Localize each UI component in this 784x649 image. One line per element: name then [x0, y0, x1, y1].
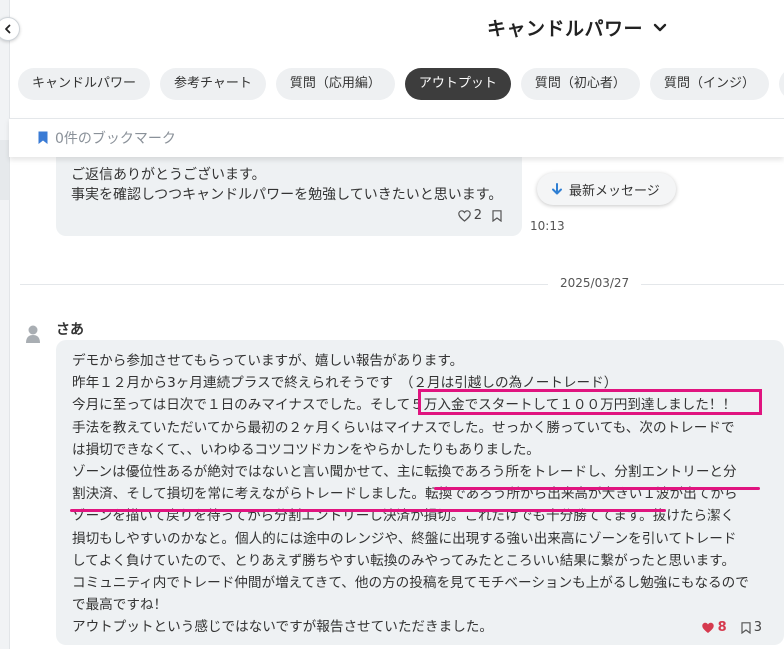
bookmark-outline-icon: [741, 621, 751, 634]
left-rail-indicator: [0, 140, 9, 200]
message-timestamp: 10:13: [530, 219, 565, 233]
message-reactions: 8 3: [701, 620, 762, 635]
channel-title: キャンドルパワー: [487, 18, 644, 40]
tab-output[interactable]: アウトプット: [404, 68, 511, 100]
bookmark-count-label: 0件のブックマーク: [55, 131, 176, 147]
left-rail: [0, 0, 10, 649]
bookmark-outline-icon[interactable]: [492, 209, 502, 222]
like-button[interactable]: 8: [701, 620, 727, 635]
chevron-left-icon: [5, 24, 11, 34]
underline-annotation: [70, 509, 666, 512]
heart-filled-icon: [701, 622, 714, 633]
message-author[interactable]: さあ: [56, 319, 84, 339]
date-divider-line: [20, 284, 784, 285]
like-count: 2: [473, 208, 482, 223]
avatar[interactable]: [25, 324, 41, 344]
tab-contact[interactable]: 連絡: [778, 68, 784, 100]
previous-message-bubble: ご返信ありがとうございます。 事実を確認しつつキャンドルパワーを勉強していきたい…: [56, 148, 522, 236]
message-line: してよく負けていたので、とりあえず勝ちやすい転換のみやってみたところいい結果に繋…: [72, 552, 736, 569]
message-line: ご返信ありがとうございます。: [71, 167, 266, 183]
bookmark-icon: [38, 131, 48, 144]
tab-questions-advanced[interactable]: 質問（応用編）: [275, 68, 395, 100]
bookmark-button[interactable]: 3: [741, 620, 762, 635]
underline-annotation: [434, 487, 760, 490]
message-line: 手法を教えていただいてから最初の２ヶ月くらいはマイナスでした。せっかく勝っていて…: [72, 419, 735, 436]
channel-tabs: キャンドルパワー 参考チャート 質問（応用編） アウトプット 質問（初心者） 質問（インジ…: [18, 68, 784, 100]
message-line: は損切できなくて、、いわゆるコツコツドカンをやらかしたりもありました。: [72, 441, 540, 458]
like-button[interactable]: 2: [457, 208, 482, 223]
channel-title-dropdown[interactable]: キャンドルパワー: [487, 14, 667, 41]
tab-reference-chart[interactable]: 参考チャート: [160, 68, 266, 100]
tab-questions-beginner[interactable]: 質問（初心者）: [520, 68, 640, 100]
message-line: デモから参加させてもらっていますが、嬉しい報告があります。: [72, 353, 464, 369]
like-count: 8: [717, 620, 727, 635]
message-line: 昨年１２月から3ヶ月連続プラスで終えられそうです （２月は引越しの為ノートレード…: [72, 375, 618, 392]
message-line: ゾーンは優位性あるが絶対ではないと言い聞かせて、主に転換であろう所をトレードし、…: [72, 463, 737, 480]
arrow-down-icon: [552, 183, 562, 195]
message-line: 事実を確認しつつキャンドルパワーを勉強していきたいと思います。: [71, 187, 503, 203]
message-line: アウトプットという感じではないですが報告させていただきました。: [72, 619, 493, 636]
message-line: 今月に至っては日次で１日のみマイナスでした。そして５万入金でスタートして１００万…: [72, 397, 737, 414]
message-line: で最高ですね！: [72, 597, 168, 614]
message-line: コミュニティ内でトレード仲間が増えてきて、他の方の投稿を見てモチベーションも上が…: [72, 574, 749, 591]
bookmark-bar[interactable]: 0件のブックマーク: [9, 118, 784, 157]
previous-message-reactions: 2: [457, 208, 502, 223]
latest-message-label: 最新メッセージ: [569, 183, 660, 199]
date-divider-label: 2025/03/27: [548, 276, 642, 290]
chevron-down-icon: [653, 23, 667, 31]
tab-questions-indicator[interactable]: 質問（インジ）: [649, 68, 769, 100]
collapse-sidebar-button[interactable]: [0, 17, 20, 41]
latest-message-button[interactable]: 最新メッセージ: [537, 173, 676, 205]
message-line: 損切もしやすいのかなと。個人的には途中のレンジや、終盤に出現する強い出来高にゾー…: [72, 530, 737, 547]
message-body: デモから参加させてもらっていますが、嬉しい報告があります。 昨年１２月から3ヶ月…: [72, 350, 780, 638]
heart-outline-icon: [457, 209, 471, 222]
message-bubble: デモから参加させてもらっていますが、嬉しい報告があります。 昨年１２月から3ヶ月…: [56, 340, 784, 645]
tab-candle-power[interactable]: キャンドルパワー: [18, 68, 151, 100]
bookmark-count: 3: [753, 620, 762, 635]
